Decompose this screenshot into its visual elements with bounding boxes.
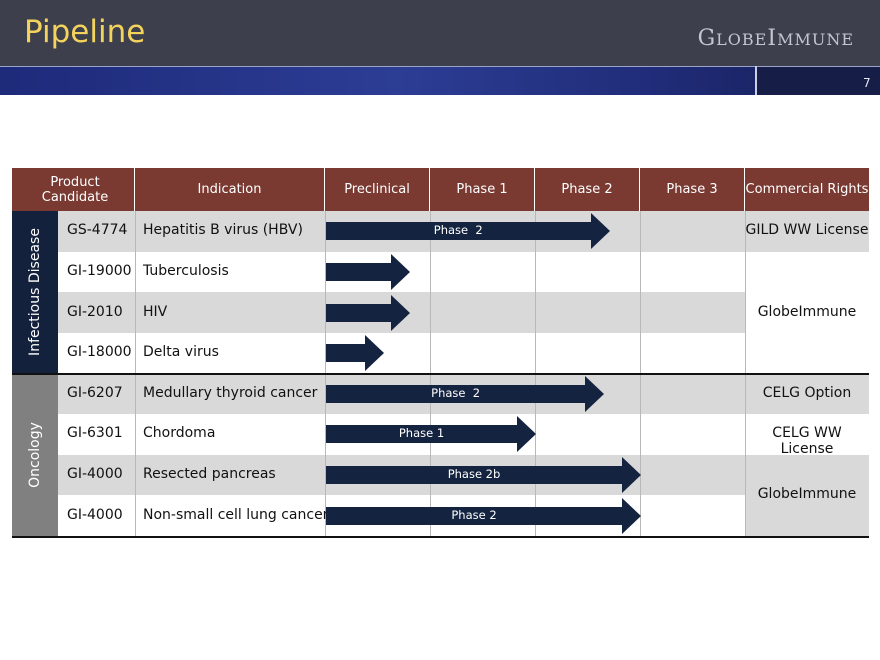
slide-title: Pipeline [24,14,146,50]
arrow-phase-label: Phase 1 [398,426,445,441]
progress-arrow: Phase 2 [326,213,610,250]
arrow-head [391,294,410,331]
arrow-head [391,253,410,290]
progress-arrow: Phase 2b [326,457,641,494]
arrow-phase-label: Phase 2 [451,507,497,522]
progress-arrow: Phase 2 [326,375,605,412]
category-bar: Oncology [12,373,58,536]
indication: Hepatitis B virus (HBV) [143,222,303,239]
category-label: Infectious Disease [27,228,43,357]
arrow-head [590,213,610,250]
commercial-rights-label: GlobeImmune [757,486,857,503]
commercial-rights-label: CELG Option [762,384,852,401]
indication: Medullary thyroid cancer [143,384,318,401]
product-candidate: GI-2010 [67,303,123,320]
group-divider [12,372,869,375]
pipeline-table: Product Candidate Indication Preclinical Ph… [12,168,869,538]
header-cell: Commercial Rights [745,168,869,211]
progress-arrow [326,335,384,372]
header-cell: Phase 2 [535,168,639,211]
arrow-shaft [326,344,365,363]
header-cell: Indication [135,168,324,211]
product-candidate: GI-18000 [67,344,132,361]
indication: Non-small cell lung cancer [143,506,329,523]
header-band [0,66,880,95]
product-candidate: GI-4000 [67,506,123,523]
indication: Resected pancreas [143,466,276,483]
commercial-rights-label: GlobeImmune [757,303,857,320]
slide-header: Pipeline GLOBEIMMUNE [0,0,880,66]
indication: Chordoma [143,425,216,442]
arrow-phase-label: Phase 2 [431,385,481,400]
product-candidate: GI-19000 [67,262,132,279]
table-bottom-border [12,536,869,538]
progress-arrow: Phase 2 [326,497,641,534]
category-label: Oncology [27,421,43,488]
arrow-phase-label: Phase 2b [447,467,501,482]
indication: Tuberculosis [143,262,229,279]
product-candidate: GS-4774 [67,222,128,239]
header-cell: Preclinical [325,168,429,211]
indication: HIV [143,303,168,320]
page-number: 7 [863,76,871,90]
progress-arrow: Phase 1 [326,416,536,453]
commercial-rights-label: CELG WW License [772,425,842,458]
company-logo: GLOBEIMMUNE [697,26,854,51]
indication: Delta virus [143,344,219,361]
arrow-head [622,497,641,534]
commercial-rights-label: GILD WW License [745,222,869,239]
product-candidate: GI-4000 [67,466,123,483]
arrow-head [585,375,605,412]
arrow-phase-label: Phase 2 [433,223,483,238]
category-bar: Infectious Disease [12,211,58,374]
arrow-shaft [326,262,391,281]
product-candidate: GI-6301 [67,425,123,442]
progress-arrow [326,253,410,290]
header-cell: Product Candidate [12,168,134,211]
arrow-shaft [326,303,391,322]
header-cell: Phase 1 [430,168,534,211]
header-cell: Phase 3 [640,168,744,211]
arrow-head [364,335,384,372]
arrow-head [622,457,641,494]
product-candidate: GI-6207 [67,384,123,401]
arrow-head [517,416,536,453]
progress-arrow [326,294,410,331]
